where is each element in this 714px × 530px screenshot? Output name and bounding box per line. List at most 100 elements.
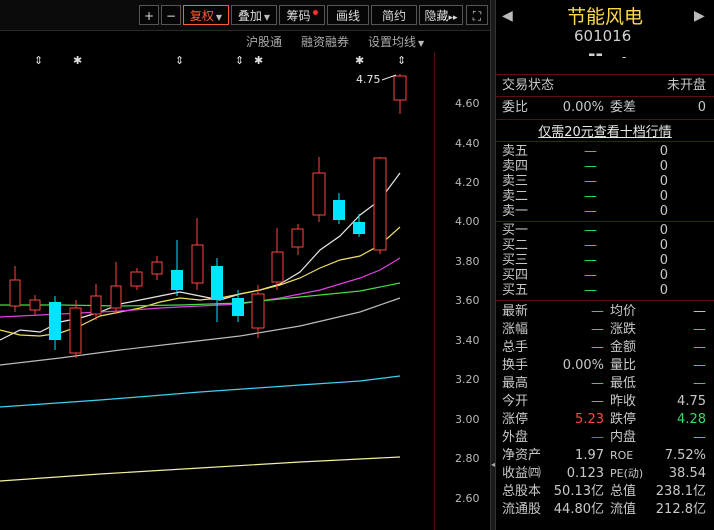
candle-up — [373, 157, 387, 254]
candle-up — [291, 224, 304, 255]
candle-up — [151, 256, 163, 280]
buy-level-row: 买五 — 0 — [496, 282, 714, 300]
quote-row: 流通股 44.80亿 流值 212.8亿 — [496, 501, 714, 519]
quote-label: 净资产 — [502, 448, 542, 463]
quote-value: 0.123 — [566, 466, 604, 481]
zoom-out-button[interactable]: − — [161, 5, 181, 25]
huaxian-button[interactable]: 画线 — [327, 5, 369, 25]
price-tick: 3.20 — [455, 373, 480, 386]
quote-label: 涨跌 — [610, 322, 637, 337]
collapse-arrow-icon[interactable]: ◂ — [491, 460, 495, 469]
event-marker-icon: ⇕ — [235, 54, 244, 67]
trade-state-row: 交易状态 未开盘 — [496, 77, 714, 95]
quote-value: — — [693, 304, 706, 319]
fuquan-label: 复权 — [189, 9, 214, 23]
change-value: - — [622, 28, 627, 42]
quote-panel: ◀ ▶ 节能风电 601016 - -- - 交易状态 未开盘 委比 0.00%… — [496, 0, 714, 530]
quote-label: 总手 — [502, 340, 529, 355]
quote-label: 金额 — [610, 340, 637, 355]
quote-value: — — [591, 340, 604, 355]
quote-label: 流值 — [610, 502, 637, 517]
hgt-link[interactable]: 沪股通 — [246, 33, 282, 50]
set-ma-link[interactable]: 设置均线 ▼ — [368, 33, 424, 50]
chevron-down-icon: ▼ — [263, 13, 271, 22]
price-tick: 4.60 — [455, 97, 480, 110]
quote-label: 流通股 — [502, 502, 542, 517]
quote-row: 最高 — 最低 — — [496, 375, 714, 393]
quote-row: 今开 — 昨收 4.75 — [496, 393, 714, 411]
chevron-down-icon: ▼ — [418, 39, 425, 48]
quote-label: 总值 — [610, 484, 637, 499]
quote-value: — — [591, 322, 604, 337]
level-price: — — [584, 204, 597, 219]
candle-up — [393, 74, 407, 114]
yincang-label: 隐藏 — [424, 9, 449, 23]
expand-icon[interactable]: ⛶ — [466, 5, 488, 25]
price-tick: 4.20 — [455, 176, 480, 189]
diejia-button[interactable]: 叠加 ▼ — [231, 5, 277, 25]
fuquan-button[interactable]: 复权 ▼ — [183, 5, 229, 25]
quote-value: — — [591, 394, 604, 409]
candle-up — [110, 262, 122, 314]
quote-label: 收益㈣ — [502, 466, 542, 481]
weibi-label: 委比 — [502, 100, 529, 115]
weibi-value: 0.00% — [562, 100, 604, 115]
quote-label: 均价 — [610, 304, 637, 319]
quote-row: 最新 — 均价 — — [496, 303, 714, 321]
quote-label: 最新 — [502, 304, 529, 319]
quote-value: 7.52% — [664, 448, 706, 463]
quote-label: 换手 — [502, 358, 529, 373]
candle-up — [191, 218, 204, 290]
candle-up — [29, 295, 41, 315]
quote-value: 50.13亿 — [553, 484, 604, 499]
quote-value: 4.28 — [677, 412, 706, 427]
candle-down — [353, 214, 365, 237]
level-label: 买五 — [502, 283, 529, 298]
quote-label: 涨幅 — [502, 322, 529, 337]
event-marker-icon: ⇕ — [175, 54, 184, 67]
rzrq-link[interactable]: 融资融券 — [301, 33, 349, 50]
event-star-icon: ✱ — [254, 54, 263, 67]
trade-state-label: 交易状态 — [502, 78, 555, 93]
candle-up — [9, 266, 21, 312]
candle-down — [211, 258, 223, 322]
level10-promo-link[interactable]: 仅需20元查看十档行情 — [496, 121, 714, 140]
event-star-icon: ✱ — [73, 54, 82, 67]
quote-value: — — [693, 430, 706, 445]
quote-value: — — [693, 358, 706, 373]
jianyue-button[interactable]: 简约 — [371, 5, 417, 25]
quote-value: — — [591, 376, 604, 391]
sell-level-row: 卖一 — 0 — [496, 203, 714, 221]
quote-value: 44.80亿 — [553, 502, 604, 517]
zoom-in-button[interactable]: + — [139, 5, 159, 25]
candle-down — [171, 240, 183, 296]
quote-value: 0.00% — [562, 358, 604, 373]
quote-value: 238.1亿 — [655, 484, 706, 499]
quote-row: 净资产 1.97 ROE 7.52% — [496, 447, 714, 465]
yincang-button[interactable]: 隐藏▸▸ — [419, 5, 463, 25]
chart-toolbar: + − 复权 ▼ 叠加 ▼ 筹码 画线 简约 隐藏▸▸ ⛶ — [0, 0, 494, 31]
quote-value: — — [591, 304, 604, 319]
price-tick: 3.60 — [455, 294, 480, 307]
candle-up — [271, 228, 284, 290]
candle-up — [312, 157, 326, 222]
kline-chart[interactable]: ⇕ ✱ ⇕ ⇕ ✱ ✱ ⇕ 4.75 — [0, 52, 434, 530]
quote-label: 外盘 — [502, 430, 529, 445]
quote-value: 38.54 — [668, 466, 706, 481]
quote-label: 跌停 — [610, 412, 637, 427]
quote-row: 涨幅 — 涨跌 — — [496, 321, 714, 339]
quote-label: 最低 — [610, 376, 637, 391]
quote-label: 内盘 — [610, 430, 637, 445]
candle-down — [333, 193, 345, 224]
ma-line-lightyellow — [0, 456, 401, 482]
indicator-subbar: 沪股通 融资融券 设置均线 ▼ — [0, 30, 434, 52]
price-tick: 3.40 — [455, 334, 480, 347]
level-volume: 0 — [659, 283, 668, 298]
stock-name: 节能风电 — [566, 6, 643, 28]
double-chevron-right-icon: ▸▸ — [448, 13, 458, 23]
chevron-down-icon: ▼ — [215, 13, 223, 22]
price-tick: 3.80 — [455, 255, 480, 268]
chouma-button[interactable]: 筹码 — [279, 5, 325, 25]
candle-up — [251, 285, 265, 338]
quote-value: — — [693, 322, 706, 337]
